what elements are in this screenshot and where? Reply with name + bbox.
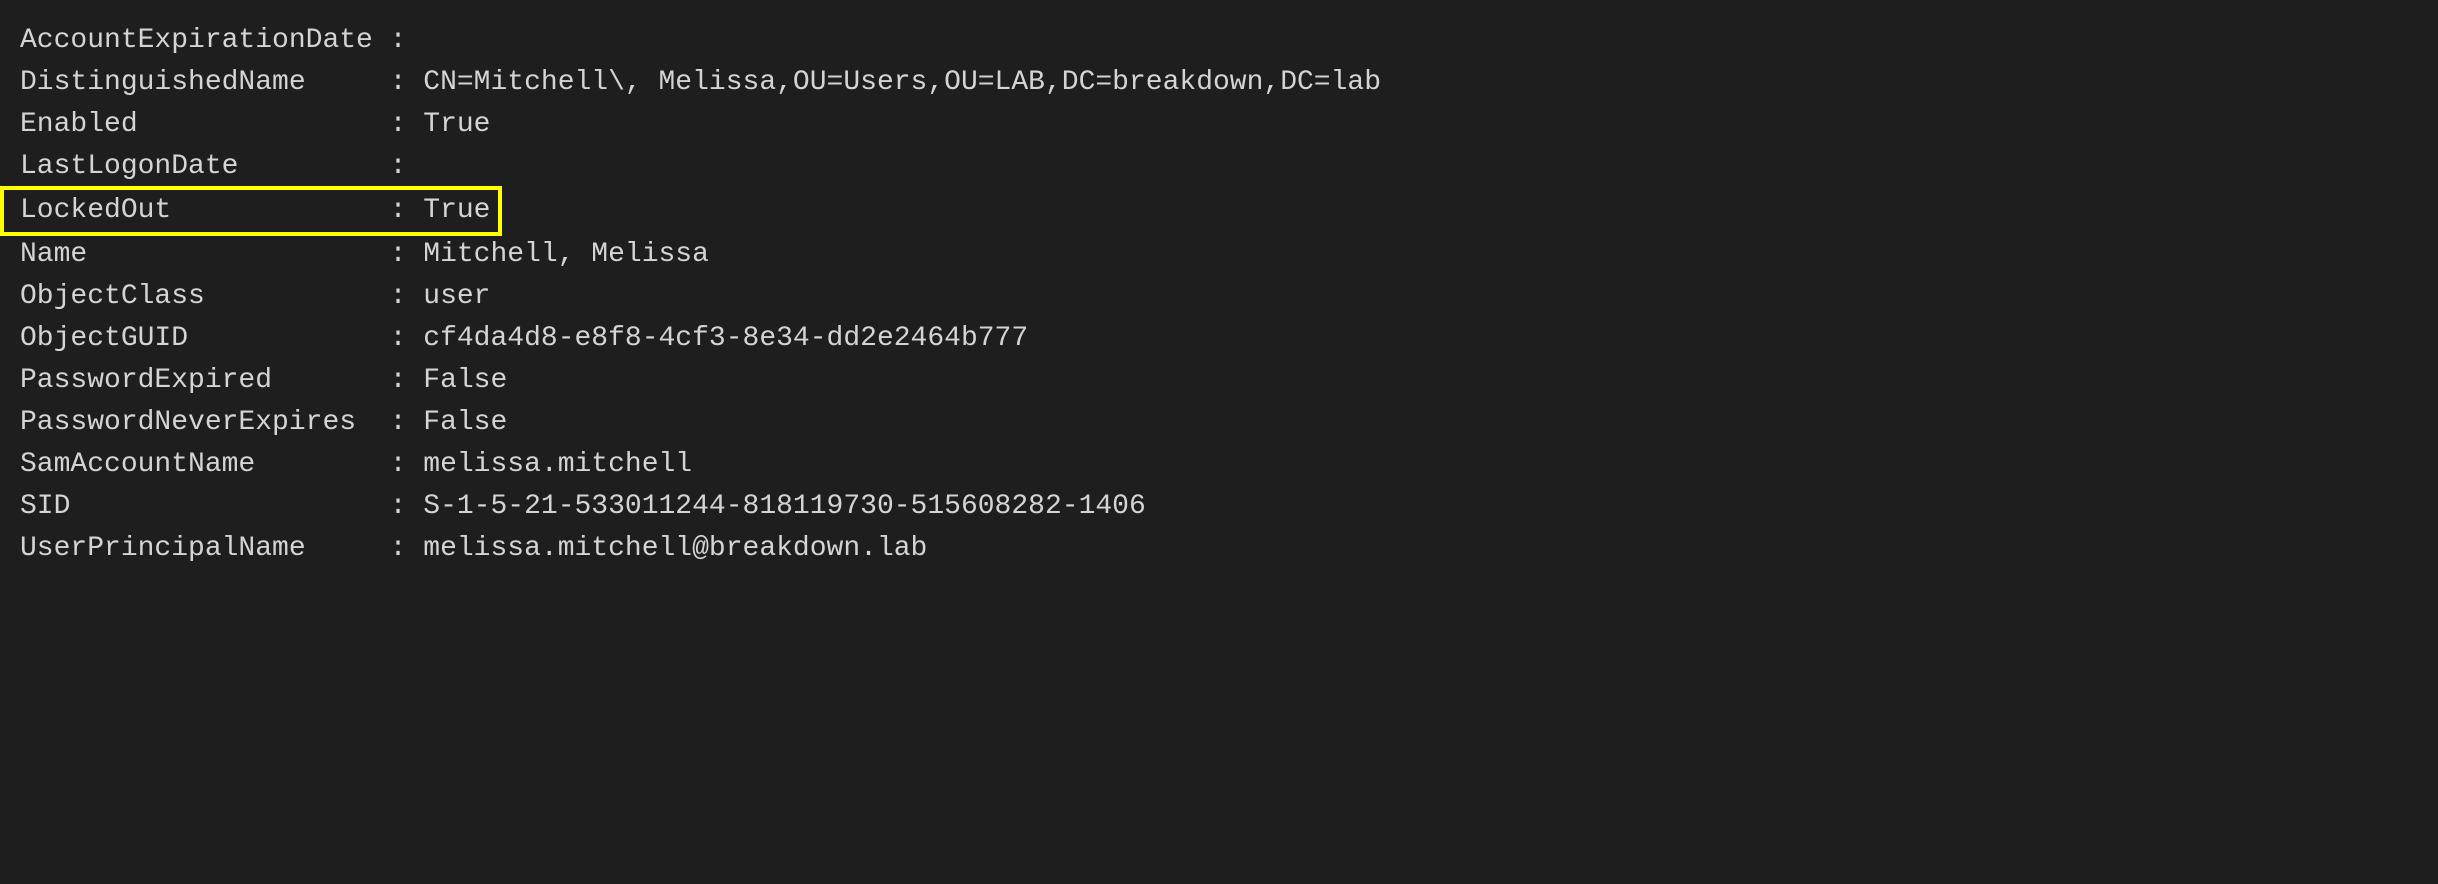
property-value: user (423, 276, 490, 318)
property-separator: : (373, 402, 423, 444)
property-row: UserPrincipalName : melissa.mitchell@bre… (20, 528, 2418, 570)
property-separator: : (373, 234, 423, 276)
property-row: ObjectGUID : cf4da4d8-e8f8-4cf3-8e34-dd2… (20, 318, 2418, 360)
property-key: ObjectGUID (20, 318, 373, 360)
property-separator: : (373, 20, 423, 62)
property-separator: : (373, 190, 423, 232)
property-separator: : (373, 528, 423, 570)
property-row: PasswordExpired : False (20, 360, 2418, 402)
property-key: AccountExpirationDate (20, 20, 373, 62)
property-key: SamAccountName (20, 444, 373, 486)
property-separator: : (373, 318, 423, 360)
property-value: True (423, 104, 490, 146)
property-row: SamAccountName : melissa.mitchell (20, 444, 2418, 486)
property-key: UserPrincipalName (20, 528, 373, 570)
property-row: ObjectClass : user (20, 276, 2418, 318)
property-separator: : (373, 360, 423, 402)
property-value: cf4da4d8-e8f8-4cf3-8e34-dd2e2464b777 (423, 318, 1028, 360)
property-separator: : (373, 146, 423, 188)
property-key: Enabled (20, 104, 373, 146)
property-key: PasswordExpired (20, 360, 373, 402)
property-key: LockedOut (20, 190, 373, 232)
property-row: SID : S-1-5-21-533011244-818119730-51560… (20, 486, 2418, 528)
property-key: Name (20, 234, 373, 276)
property-value: melissa.mitchell (423, 444, 692, 486)
property-key: ObjectClass (20, 276, 373, 318)
property-value: CN=Mitchell\, Melissa,OU=Users,OU=LAB,DC… (423, 62, 1381, 104)
property-row: LastLogonDate : (20, 146, 2418, 188)
property-row: PasswordNeverExpires : False (20, 402, 2418, 444)
property-key: PasswordNeverExpires (20, 402, 373, 444)
property-row: Enabled : True (20, 104, 2418, 146)
property-value: True (423, 190, 490, 232)
property-value: Mitchell, Melissa (423, 234, 709, 276)
property-key: DistinguishedName (20, 62, 373, 104)
property-separator: : (373, 62, 423, 104)
property-row: LockedOut : True (0, 186, 502, 236)
property-separator: : (373, 486, 423, 528)
property-value: False (423, 360, 507, 402)
property-value: False (423, 402, 507, 444)
property-key: SID (20, 486, 373, 528)
property-separator: : (373, 104, 423, 146)
property-separator: : (373, 444, 423, 486)
property-value: S-1-5-21-533011244-818119730-515608282-1… (423, 486, 1146, 528)
property-row: DistinguishedName : CN=Mitchell\, Meliss… (20, 62, 2418, 104)
property-key: LastLogonDate (20, 146, 373, 188)
powershell-output: AccountExpirationDate : DistinguishedNam… (20, 20, 2418, 570)
property-value: melissa.mitchell@breakdown.lab (423, 528, 927, 570)
property-row: Name : Mitchell, Melissa (20, 234, 2418, 276)
property-row: AccountExpirationDate : (20, 20, 2418, 62)
property-separator: : (373, 276, 423, 318)
